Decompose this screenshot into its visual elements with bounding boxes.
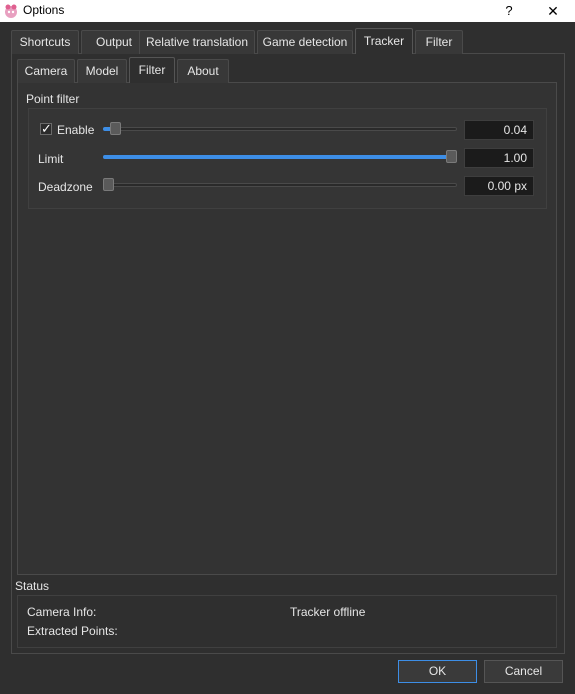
status-title: Status: [15, 579, 50, 593]
extracted-points-label: Extracted Points:: [27, 624, 118, 638]
point-filter-title: Point filter: [26, 92, 80, 106]
deadzone-slider[interactable]: [103, 183, 457, 187]
tab-game-detection[interactable]: Game detection: [257, 30, 353, 54]
app-icon: [5, 4, 17, 18]
tab-relative-translation[interactable]: Relative translation: [139, 30, 255, 54]
help-button[interactable]: ?: [498, 0, 520, 22]
enable-slider-handle[interactable]: [110, 122, 121, 135]
window-title: Options: [23, 3, 65, 17]
deadzone-value-spinbox[interactable]: 0.00 px: [464, 176, 534, 196]
check-icon: ✓: [41, 121, 52, 136]
subtab-about[interactable]: About: [177, 59, 229, 83]
cancel-button[interactable]: Cancel: [484, 660, 563, 683]
subtab-filter[interactable]: Filter: [129, 57, 175, 83]
camera-info-label: Camera Info:: [27, 605, 97, 619]
limit-slider-fill: [103, 155, 448, 159]
limit-slider-handle[interactable]: [446, 150, 457, 163]
subtab-camera[interactable]: Camera: [17, 59, 75, 83]
tab-filter[interactable]: Filter: [415, 30, 463, 54]
enable-checkbox[interactable]: ✓: [40, 121, 52, 136]
tab-shortcuts[interactable]: Shortcuts: [11, 30, 79, 54]
close-button[interactable]: ✕: [540, 0, 566, 22]
tab-tracker[interactable]: Tracker: [355, 28, 413, 54]
enable-slider[interactable]: [103, 127, 457, 131]
enable-value-spinbox[interactable]: 0.04: [464, 120, 534, 140]
subtab-model[interactable]: Model: [77, 59, 127, 83]
enable-label: Enable: [57, 123, 95, 137]
limit-label: Limit: [38, 152, 64, 166]
deadzone-label: Deadzone: [38, 180, 93, 194]
tab-output[interactable]: Output: [81, 30, 147, 54]
status-group: [17, 595, 557, 648]
ok-button[interactable]: OK: [398, 660, 477, 683]
deadzone-slider-handle[interactable]: [103, 178, 114, 191]
limit-value-spinbox[interactable]: 1.00: [464, 148, 534, 168]
title-bar: Options ? ✕: [0, 0, 575, 22]
camera-info-value: Tracker offline: [290, 605, 366, 619]
